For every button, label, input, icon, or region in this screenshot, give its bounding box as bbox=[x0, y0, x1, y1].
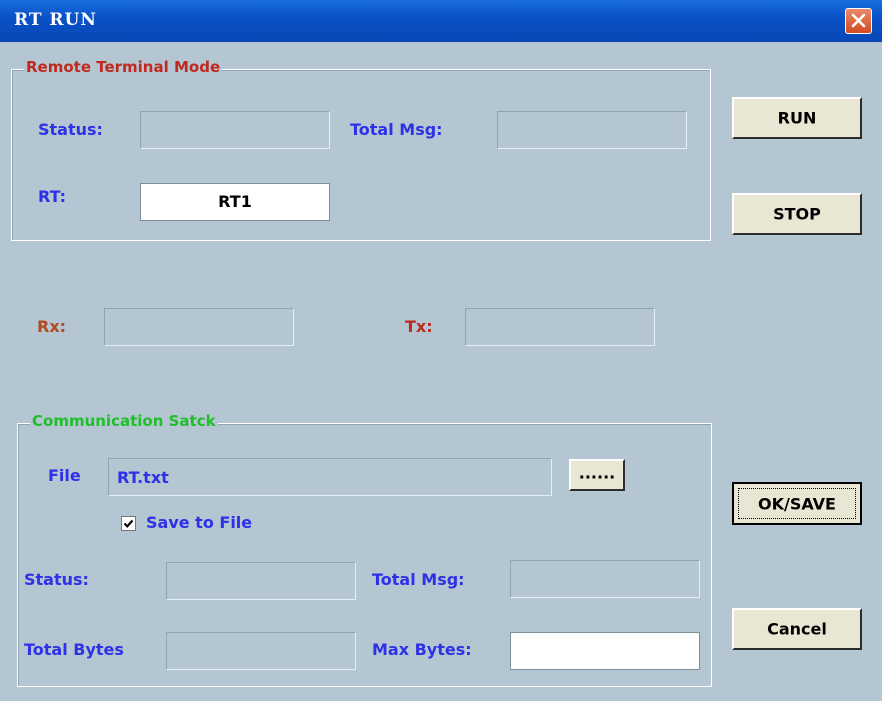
save-to-file-label[interactable]: Save to File bbox=[146, 513, 252, 532]
total-bytes-label: Total Bytes bbox=[24, 640, 124, 659]
tx-field bbox=[465, 308, 655, 346]
file-path-value: RT.txt bbox=[117, 468, 169, 487]
rt-status-field bbox=[140, 111, 330, 149]
cancel-button-label: Cancel bbox=[767, 619, 827, 639]
browse-button[interactable]: ...... bbox=[569, 459, 625, 491]
rx-label: Rx: bbox=[37, 317, 67, 336]
comm-status-label: Status: bbox=[24, 570, 89, 589]
total-bytes-field bbox=[166, 632, 356, 670]
ok-save-button-label: OK/SAVE bbox=[758, 494, 836, 513]
tx-label: Tx: bbox=[405, 317, 433, 336]
rx-field bbox=[104, 308, 294, 346]
run-button-label: RUN bbox=[777, 108, 817, 128]
dialog-body: Remote Terminal Mode Status: Total Msg: … bbox=[0, 42, 882, 701]
close-button[interactable] bbox=[845, 8, 872, 34]
stop-button-label: STOP bbox=[773, 204, 821, 224]
checkmark-icon bbox=[123, 519, 134, 528]
rt-status-label: Status: bbox=[38, 120, 103, 139]
comm-status-field bbox=[166, 562, 356, 600]
rt-label: RT: bbox=[38, 187, 67, 206]
window-title: RT RUN bbox=[14, 10, 97, 30]
max-bytes-input[interactable] bbox=[510, 632, 700, 670]
close-icon bbox=[851, 13, 866, 28]
rt-mode-group: Remote Terminal Mode bbox=[11, 58, 711, 241]
comm-stack-group-title: Communication Satck bbox=[30, 412, 218, 430]
browse-button-label: ...... bbox=[578, 463, 616, 483]
comm-total-msg-field bbox=[510, 560, 700, 598]
comm-total-msg-label: Total Msg: bbox=[372, 570, 465, 589]
rt-total-msg-label: Total Msg: bbox=[350, 120, 443, 139]
title-bar[interactable]: RT RUN bbox=[0, 0, 882, 42]
run-button[interactable]: RUN bbox=[732, 97, 862, 139]
max-bytes-label: Max Bytes: bbox=[372, 640, 472, 659]
ok-save-button[interactable]: OK/SAVE bbox=[732, 482, 862, 525]
save-to-file-checkbox[interactable] bbox=[121, 516, 136, 531]
rt-value: RT1 bbox=[218, 192, 252, 211]
rt-select-field[interactable]: RT1 bbox=[140, 183, 330, 221]
file-path-input[interactable]: RT.txt bbox=[108, 458, 552, 496]
stop-button[interactable]: STOP bbox=[732, 193, 862, 235]
rt-mode-group-title: Remote Terminal Mode bbox=[24, 58, 223, 76]
file-label: File bbox=[48, 466, 81, 485]
cancel-button[interactable]: Cancel bbox=[732, 608, 862, 650]
rt-total-msg-field bbox=[497, 111, 687, 149]
